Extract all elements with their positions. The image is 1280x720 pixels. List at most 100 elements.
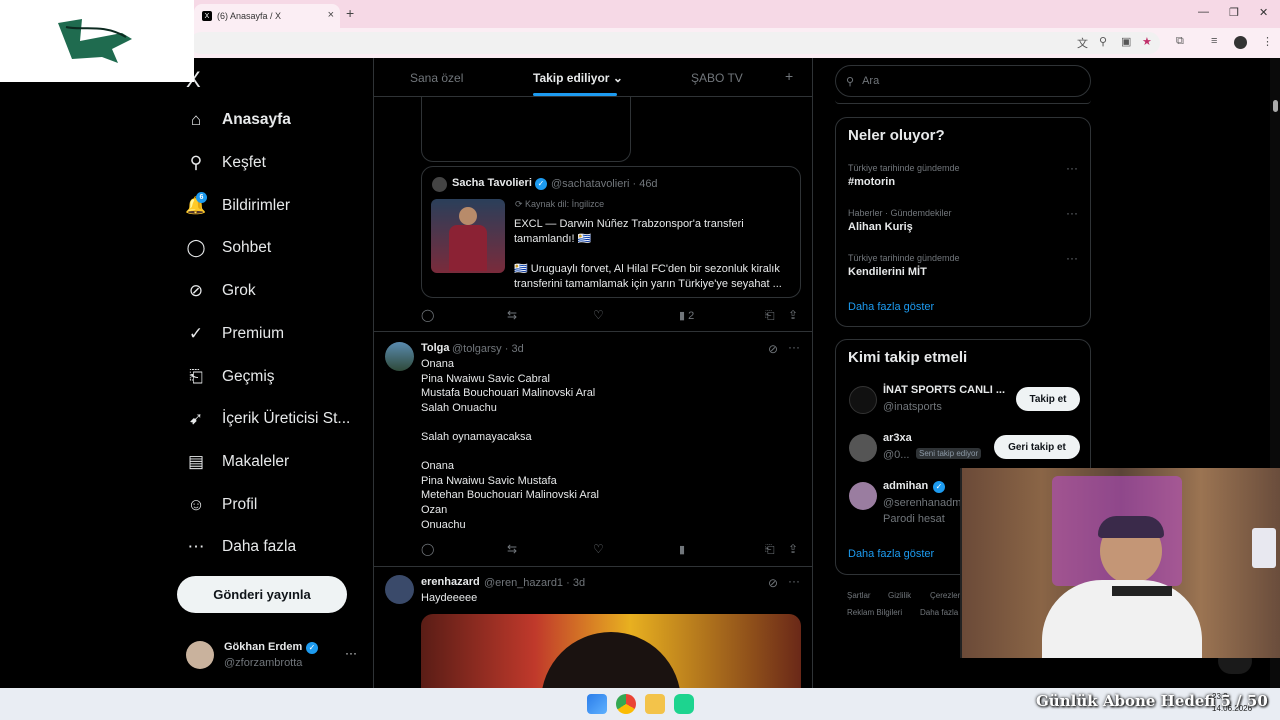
file-explorer-icon[interactable] [645, 694, 665, 714]
reply-icon[interactable]: ◯ [421, 542, 434, 556]
follow-back-button[interactable]: Geri takip et [994, 435, 1080, 459]
home-icon: ⌂ [190, 110, 202, 129]
like-icon[interactable]: ♡ [593, 308, 604, 322]
follow-button[interactable]: Takip et [1016, 387, 1080, 411]
profile-icon: ☺ [187, 495, 205, 514]
x-favicon-icon: X [202, 11, 212, 21]
tweet-media-image[interactable] [421, 614, 801, 688]
account-more-icon[interactable]: ··· [345, 646, 357, 660]
avatar [385, 342, 414, 371]
nav-item-more[interactable]: ⋯ Daha fazla [186, 537, 297, 557]
start-icon[interactable] [587, 694, 607, 714]
chat-icon: ◯ [186, 238, 206, 257]
extensions-icon[interactable]: ⧉ [1176, 35, 1184, 48]
browser-tab[interactable]: X (6) Anasayfa / X × [194, 4, 340, 28]
trends-show-more-link[interactable]: Daha fazla göster [848, 301, 934, 313]
quote-text-line1: EXCL — Darwin Núñez Trabzonspor'a transf… [514, 218, 744, 245]
quote-thumbnail [431, 199, 505, 273]
views-count[interactable]: ▮ 2 [679, 309, 694, 322]
nav-item-premium[interactable]: ✓ Premium [186, 324, 284, 344]
article-icon: ▤ [187, 452, 205, 471]
nav-item-home[interactable]: ⌂ Anasayfa [186, 110, 291, 130]
footer-cookies-link[interactable]: Çerezler [930, 591, 960, 600]
share-icon[interactable]: ⇪ [788, 542, 798, 556]
nav-item-label: Keşfet [222, 154, 266, 171]
rocket-icon: ➹ [188, 409, 204, 428]
verified-badge-icon: ✓ [306, 642, 318, 654]
nav-item-grok[interactable]: ⊘ Grok [186, 281, 256, 301]
like-icon[interactable]: ♡ [593, 542, 604, 556]
grok-icon[interactable]: ⊘ [768, 576, 778, 590]
post-button[interactable]: Gönderi yayınla [177, 576, 347, 613]
cast-icon[interactable]: ▣ [1121, 35, 1131, 48]
channel-logo-overlay [0, 0, 194, 82]
avatar [432, 177, 447, 192]
nav-item-bookmark[interactable]: ⎗ Geçmiş [186, 367, 274, 387]
trend-more-icon[interactable]: ··· [1066, 251, 1078, 265]
tab-close-icon[interactable]: × [328, 9, 334, 21]
tweet-author-name: Tolga [421, 342, 450, 354]
trends-panel: Neler oluyor? Türkiye tarihinde gündemde… [835, 117, 1091, 327]
quoted-tweet[interactable]: Sacha Tavolieri ✓ @sachatavolieri · 46d … [421, 166, 801, 298]
tweet-more-icon[interactable]: ··· [788, 574, 800, 588]
nav-item-label: Daha fazla [222, 538, 297, 555]
nav-item-article[interactable]: ▤ Makaleler [186, 452, 289, 472]
app-icon[interactable] [674, 694, 694, 714]
tab-following[interactable]: Takip ediliyor ⌄ [533, 71, 623, 85]
menu-dots-icon[interactable]: ⋮ [1262, 35, 1273, 48]
tweet-more-icon[interactable]: ··· [788, 340, 800, 354]
follows-you-badge: Seni takip ediyor [916, 448, 982, 459]
tweet-author-handle: @tolgarsy · 3d [452, 343, 524, 355]
nav-item-profile[interactable]: ☺ Profil [186, 495, 257, 515]
footer-ad-info-link[interactable]: Reklam Bilgileri [847, 608, 902, 617]
zoom-icon[interactable]: ⚲ [1099, 35, 1107, 48]
nav-item-label: Profil [222, 496, 258, 513]
timeline-tabs: Sana özel Takip ediliyor ⌄ ŞABO TV + [374, 58, 812, 97]
search-input[interactable]: ⚲ Ara [835, 65, 1091, 97]
close-window-button[interactable]: ✕ [1259, 6, 1268, 19]
new-tab-button[interactable]: + [346, 5, 354, 21]
share-icon[interactable]: ⇪ [788, 308, 798, 322]
media-icon[interactable]: ≡ [1211, 35, 1217, 47]
tweet-tolga[interactable]: Tolga @tolgarsy · 3d ⊘ ··· Onana Pina Nw… [374, 332, 812, 566]
nav-item-label: Sohbet [222, 239, 272, 256]
add-tab-button[interactable]: + [785, 68, 793, 84]
footer-terms-link[interactable]: Şartlar [847, 591, 871, 600]
bookmark-icon: ⎗ [189, 367, 203, 386]
tab-for-you[interactable]: Sana özel [410, 71, 463, 85]
more-icon: ⋯ [187, 537, 205, 556]
tab-sabo-tv[interactable]: ŞABO TV [691, 71, 743, 85]
bookmark-star-icon[interactable]: ★ [1142, 35, 1152, 48]
views-icon[interactable]: ▮ [679, 543, 685, 556]
search-placeholder: Ara [862, 75, 880, 87]
account-switcher[interactable]: Gökhan Erdem ✓ @zforzambrotta ··· [186, 638, 366, 678]
trend-more-icon[interactable]: ··· [1066, 206, 1078, 220]
bell-icon: 🔔 6 [185, 192, 207, 215]
verified-badge-icon: ✓ [535, 178, 547, 190]
maximize-button[interactable]: ❐ [1229, 6, 1239, 19]
nav-item-rocket[interactable]: ➹ İçerik Üreticisi St... [186, 409, 350, 429]
minimize-button[interactable]: — [1198, 6, 1209, 18]
repost-icon[interactable]: ⇆ [507, 308, 517, 322]
tweet-text: Onana Pina Nwaiwu Savic Cabral Mustafa B… [421, 358, 599, 531]
grok-icon[interactable]: ⊘ [768, 342, 778, 356]
translate-icon[interactable]: 文 [1077, 35, 1088, 51]
bookmark-icon[interactable]: ⎗ [765, 542, 775, 557]
nav-item-chat[interactable]: ◯ Sohbet [186, 238, 271, 258]
footer-privacy-link[interactable]: Gizlilik [888, 591, 911, 600]
repost-icon[interactable]: ⇆ [507, 542, 517, 556]
who-show-more-link[interactable]: Daha fazla göster [848, 548, 934, 560]
url-field[interactable] [190, 32, 1160, 54]
who-to-follow-title: Kimi takip etmeli [848, 349, 968, 366]
reply-icon[interactable]: ◯ [421, 308, 434, 322]
active-tab-indicator [533, 93, 617, 96]
tweet-erenhazard[interactable]: erenhazard @eren_hazard1 · 3d ⊘ ··· Hayd… [374, 567, 812, 688]
nav-item-bell[interactable]: 🔔 6 Bildirimler [185, 192, 290, 216]
profile-avatar-icon[interactable] [1234, 36, 1247, 49]
subscriber-goal-ticker: Günlük Abone Hedefi 5 / 50 [1036, 692, 1268, 710]
footer-more-link[interactable]: Daha fazla [920, 608, 958, 617]
trend-more-icon[interactable]: ··· [1066, 161, 1078, 175]
chrome-icon[interactable] [616, 694, 636, 714]
bookmark-icon[interactable]: ⎗ [765, 308, 775, 323]
nav-item-search[interactable]: ⚲ Keşfet [186, 153, 266, 173]
